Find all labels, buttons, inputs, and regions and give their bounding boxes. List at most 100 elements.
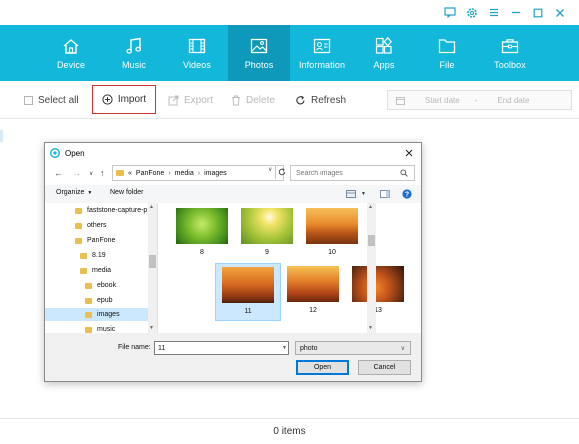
nav-item-photos[interactable]: Photos <box>228 25 290 81</box>
breadcrumb-overflow[interactable]: « <box>128 170 132 177</box>
menu-icon[interactable] <box>485 4 503 21</box>
nav-item-device[interactable]: Device <box>40 25 102 81</box>
tree-item-music[interactable]: music <box>85 323 115 333</box>
scroll-down-icon[interactable]: ▼ <box>368 325 373 331</box>
organize-label: Organize <box>56 189 85 196</box>
view-dropdown-icon[interactable]: ▼ <box>361 191 366 197</box>
file-grid-scrollbar[interactable]: ▲ ▼ <box>367 203 376 333</box>
window-controls <box>441 4 569 21</box>
tree-item-epub[interactable]: epub <box>85 294 113 307</box>
select-all-control[interactable]: Select all <box>24 92 79 108</box>
nav-label: Device <box>56 60 86 70</box>
file-thumbnail-12[interactable]: 12 <box>281 263 345 321</box>
cancel-button[interactable]: Cancel <box>358 360 411 375</box>
settings-gear-icon[interactable] <box>463 4 481 21</box>
export-button[interactable]: Export <box>168 92 213 108</box>
folder-icon <box>75 237 82 244</box>
breadcrumb-item[interactable]: images <box>204 170 227 177</box>
tree-item-faststone[interactable]: faststone-capture-p <box>75 204 147 217</box>
select-all-checkbox[interactable] <box>24 95 33 105</box>
file-thumbnail-11[interactable]: 11 <box>215 263 281 321</box>
open-button[interactable]: Open <box>296 360 349 375</box>
photo-preview <box>222 267 274 303</box>
scrollbar-thumb[interactable] <box>368 235 375 246</box>
nav-item-information[interactable]: Information <box>291 25 353 81</box>
file-thumbnail-8[interactable]: 8 <box>170 205 234 263</box>
preview-pane-icon[interactable] <box>380 189 390 201</box>
open-button-label: Open <box>313 364 332 371</box>
recent-locations-chevron-icon[interactable]: ∨ <box>89 170 93 177</box>
organize-menu[interactable]: Organize ▼ <box>56 189 92 196</box>
export-icon <box>168 95 179 105</box>
photo-preview <box>241 208 293 244</box>
folder-icon <box>85 326 92 333</box>
folder-icon <box>438 36 456 56</box>
file-type-select[interactable]: photo ∨ <box>295 341 411 355</box>
tree-item-others[interactable]: others <box>75 219 106 232</box>
scroll-up-icon[interactable]: ▲ <box>149 204 154 210</box>
up-arrow-icon[interactable]: ↑ <box>100 168 105 178</box>
tree-item-panfone[interactable]: PanFone <box>75 234 115 247</box>
photo-preview <box>352 266 404 302</box>
scrollbar-thumb[interactable] <box>149 255 156 268</box>
scroll-up-icon[interactable]: ▲ <box>368 204 373 210</box>
breadcrumb-separator-icon: › <box>168 169 171 177</box>
forward-arrow-icon[interactable]: → <box>72 168 81 178</box>
export-label: Export <box>184 94 213 106</box>
end-date-input[interactable]: End date <box>497 96 529 105</box>
svg-text:?: ? <box>405 192 409 199</box>
file-thumbnail-10[interactable]: 10 <box>300 205 364 263</box>
file-label: 12 <box>309 307 317 314</box>
view-options-icon[interactable] <box>346 189 356 201</box>
file-name-input[interactable] <box>154 341 289 355</box>
import-label: Import <box>117 94 147 105</box>
search-input[interactable] <box>291 169 399 177</box>
file-label: 10 <box>328 249 336 256</box>
home-icon <box>62 36 80 56</box>
tree-item-ebook[interactable]: ebook <box>85 279 116 292</box>
address-refresh-icon[interactable] <box>275 165 287 179</box>
feedback-icon[interactable] <box>441 4 459 21</box>
breadcrumb-item[interactable]: media <box>175 170 194 177</box>
tree-item-8-19[interactable]: 8.19 <box>80 249 106 262</box>
import-button[interactable]: Import <box>92 85 156 114</box>
tree-item-images[interactable]: images <box>45 308 148 321</box>
minimize-icon[interactable] <box>507 4 525 21</box>
refresh-button[interactable]: Refresh <box>295 92 346 108</box>
status-footer: 0 items <box>0 418 579 444</box>
nav-item-videos[interactable]: Videos <box>166 25 228 81</box>
nav-item-music[interactable]: Music <box>103 25 165 81</box>
help-icon[interactable]: ? <box>402 189 412 202</box>
date-separator: - <box>474 95 478 105</box>
address-breadcrumb[interactable]: « PanFone › media › images <box>112 165 284 181</box>
address-dropdown-icon[interactable]: ∨ <box>268 166 272 173</box>
address-row: ← → ∨ ↑ « PanFone › media › images ∨ <box>45 164 421 184</box>
nav-label: File <box>439 60 455 70</box>
file-thumbnail-9[interactable]: 9 <box>235 205 299 263</box>
file-name-label: File name: <box>118 344 151 351</box>
file-name-dropdown-icon[interactable]: ▼ <box>282 345 287 351</box>
nav-item-toolbox[interactable]: Toolbox <box>479 25 541 81</box>
close-icon[interactable] <box>551 4 569 21</box>
folder-icon <box>85 297 92 304</box>
tree-item-media[interactable]: media <box>80 264 111 277</box>
dialog-footer: File name: ▼ photo ∨ Open Cancel <box>45 333 421 381</box>
maximize-icon[interactable] <box>529 4 547 21</box>
open-file-dialog: Open ← → ∨ ↑ « PanFone › media › images … <box>44 142 422 382</box>
dialog-close-icon[interactable] <box>403 147 415 159</box>
delete-button[interactable]: Delete <box>231 92 275 108</box>
search-field[interactable] <box>290 165 415 181</box>
back-arrow-icon[interactable]: ← <box>54 168 63 178</box>
nav-item-file[interactable]: File <box>416 25 478 81</box>
new-folder-button[interactable]: New folder <box>110 189 143 196</box>
breadcrumb-item[interactable]: PanFone <box>136 170 164 177</box>
tree-item-label: music <box>97 326 116 333</box>
tree-scrollbar[interactable]: ▲ ▼ <box>148 203 157 333</box>
dialog-command-bar: Organize ▼ New folder ▼ ? <box>45 185 421 203</box>
file-thumbnail-13[interactable]: 13 <box>346 263 410 321</box>
start-date-input[interactable]: Start date <box>425 96 460 105</box>
scroll-down-icon[interactable]: ▼ <box>149 325 154 331</box>
nav-item-apps[interactable]: Apps <box>353 25 415 81</box>
delete-label: Delete <box>246 94 275 106</box>
date-range-filter[interactable]: Start date - End date <box>387 90 572 110</box>
